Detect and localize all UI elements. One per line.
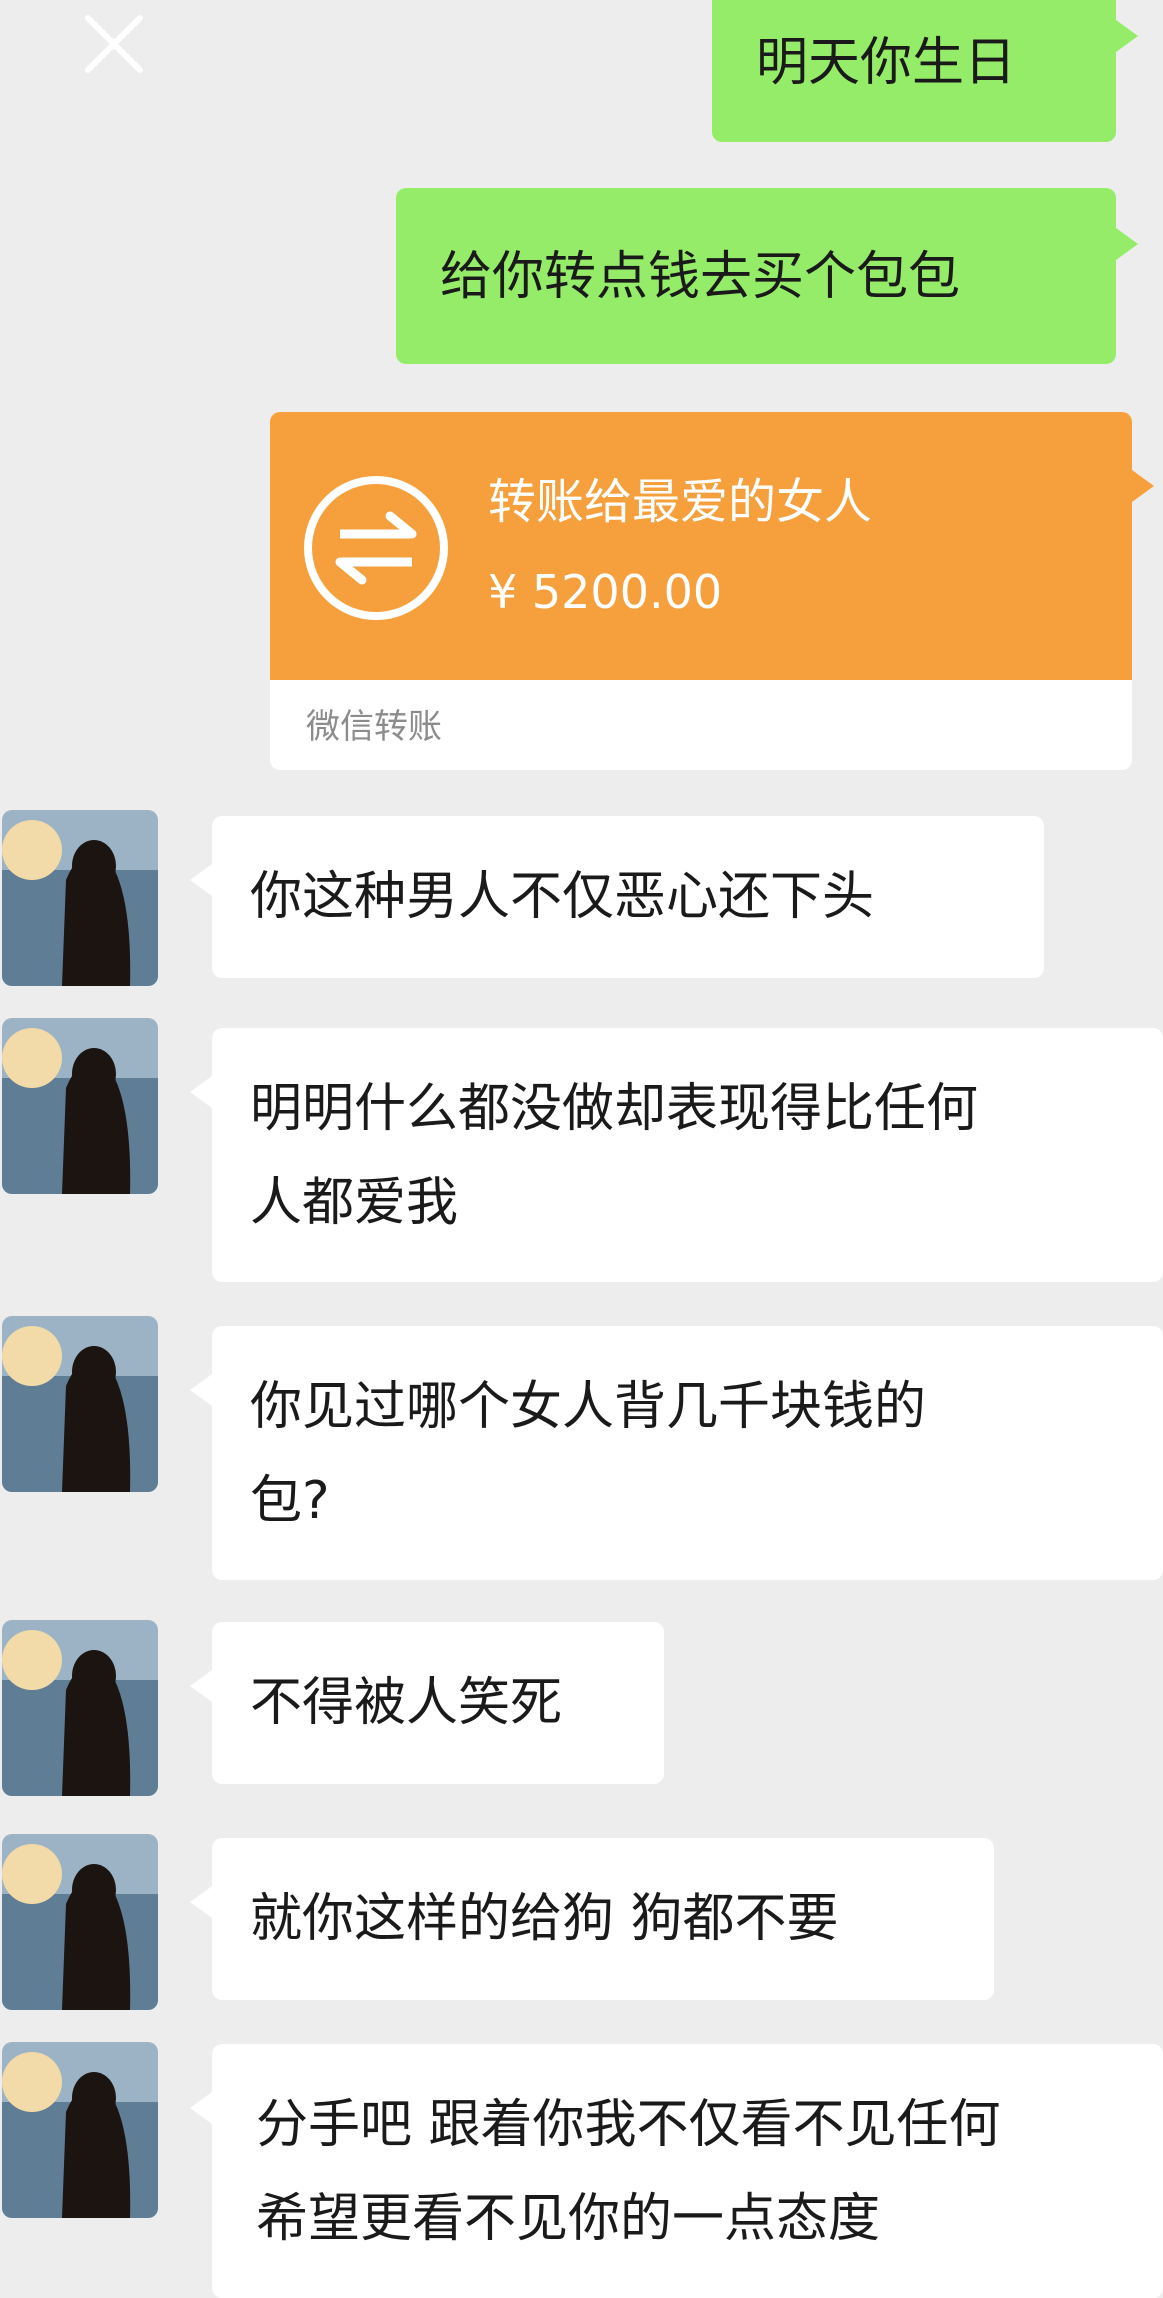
transfer-amount: ¥ 5200.00 — [488, 565, 723, 619]
received-message[interactable]: 你这种男人不仅恶心还下头 — [190, 816, 1044, 978]
message-text: 不得被人笑死 — [250, 1673, 563, 1733]
transfer-note: 转账给最爱的女人 — [488, 474, 873, 530]
transfer-footer-label: 微信转账 — [306, 707, 442, 747]
received-message[interactable]: 就你这样的给狗 狗都不要 — [190, 1838, 994, 2000]
avatar[interactable] — [2, 1018, 158, 1194]
message-text: 给你转点钱去买个包包 — [440, 247, 961, 307]
message-text: 就你这样的给狗 狗都不要 — [250, 1889, 839, 1949]
avatar[interactable] — [2, 810, 158, 986]
message-text: 你见过哪个女人背几千块钱的 包? — [250, 1377, 927, 1531]
transfer-card[interactable]: 转账给最爱的女人 ¥ 5200.00 微信转账 — [270, 412, 1154, 770]
avatar[interactable] — [2, 1316, 158, 1492]
transfer-arrows-icon — [302, 474, 450, 622]
sent-message[interactable]: 给你转点钱去买个包包 — [396, 188, 1138, 364]
close-button[interactable] — [78, 8, 150, 80]
sent-message[interactable]: 明天你生日 — [712, 0, 1138, 142]
message-text: 你这种男人不仅恶心还下头 — [250, 867, 875, 927]
message-text: 分手吧 跟着你我不仅看不见任何 希望更看不见你的一点态度 — [256, 2095, 1001, 2249]
message-text: 明明什么都没做却表现得比任何 人都爱我 — [250, 1079, 979, 1233]
received-message[interactable]: 明明什么都没做却表现得比任何 人都爱我 — [190, 1028, 1163, 1282]
message-text: 明天你生日 — [756, 33, 1017, 93]
received-message[interactable]: 不得被人笑死 — [190, 1622, 664, 1784]
avatar[interactable] — [2, 1834, 158, 2010]
close-icon — [85, 15, 143, 73]
received-message[interactable]: 你见过哪个女人背几千块钱的 包? — [190, 1326, 1163, 1580]
received-message[interactable]: 分手吧 跟着你我不仅看不见任何 希望更看不见你的一点态度 — [190, 2044, 1163, 2298]
avatar[interactable] — [2, 1620, 158, 1796]
avatar[interactable] — [2, 2042, 158, 2218]
transfer-card-header: 转账给最爱的女人 ¥ 5200.00 — [270, 412, 1154, 680]
